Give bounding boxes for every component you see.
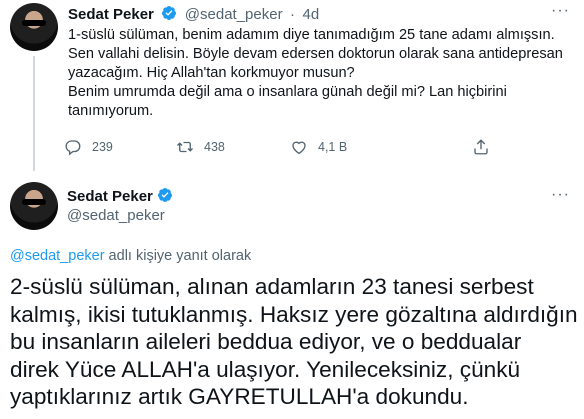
- author-handle[interactable]: @sedat_peker: [185, 6, 283, 23]
- like-count: 4,1 B: [318, 140, 348, 154]
- replying-to: @sedat_peker adlı kişiye yanıt olarak: [10, 248, 251, 264]
- avatar[interactable]: [10, 182, 58, 230]
- author-handle[interactable]: @sedat_peker: [67, 207, 165, 224]
- separator-dot: ·: [290, 6, 296, 23]
- tweet-focused[interactable]: Sedat Peker @sedat_peker ··· @sedat_peke…: [0, 172, 584, 419]
- retweet-count: 438: [204, 140, 225, 154]
- like-icon: [292, 141, 306, 155]
- tweet-text: 2-süslü sülüman, alınan adamların 23 tan…: [10, 273, 580, 411]
- more-icon[interactable]: ···: [551, 2, 570, 20]
- verified-badge-icon: [158, 188, 173, 202]
- tweet-text-line: kalmış, ikisi tutuklanmış. Haksız yere g…: [10, 301, 578, 327]
- replying-label: adlı kişiye yanıt olarak: [104, 248, 252, 264]
- author-name[interactable]: Sedat Peker: [67, 188, 153, 205]
- author-name-row: Sedat Peker: [67, 187, 173, 206]
- retweet-icon: [177, 141, 193, 153]
- retweet-button[interactable]: 438: [176, 138, 225, 156]
- tweet-text-line: 1-süslü sülüman, benim adamım diye tanım…: [68, 27, 555, 43]
- reply-icon: [65, 140, 81, 156]
- tweet-text-line: 2-süslü sülüman, alınan adamların 23 tan…: [10, 274, 534, 299]
- reply-count: 239: [92, 140, 113, 154]
- tweet-text-line: direk Yüce ALLAH'a ulaşıyor. Yenileceksi…: [10, 356, 521, 382]
- like-button[interactable]: 4,1 B: [290, 138, 347, 156]
- more-icon[interactable]: ···: [551, 186, 570, 204]
- tweet-text-line: Benim umrumda değil ama o insanlara güna…: [68, 84, 507, 100]
- tweet-first[interactable]: Sedat Peker @sedat_peker · 4d ··· 1-süsl…: [0, 0, 584, 172]
- share-icon: [474, 139, 488, 155]
- avatar[interactable]: [10, 3, 58, 51]
- thread-connector-line: [33, 56, 35, 171]
- reply-button[interactable]: 239: [64, 138, 113, 156]
- share-button[interactable]: [472, 138, 500, 156]
- reply-mention-link[interactable]: @sedat_peker: [10, 248, 105, 264]
- tweet-actions: 239 438 4,1 B: [64, 138, 494, 162]
- verified-badge-icon: [162, 6, 177, 20]
- tweet-text-line: yazacağım. Hiç Allah'tan korkmuyor musun…: [68, 65, 355, 81]
- tweet-text-line: yaptıklarınız artık GAYRETULLAH'a dokund…: [10, 384, 469, 410]
- tweet-text-line: Sen vallahi delisin. Böyle devam edersen…: [68, 46, 563, 62]
- tweet-text: 1-süslü sülüman, benim adamım diye tanım…: [68, 26, 573, 121]
- tweet-header: Sedat Peker @sedat_peker · 4d: [68, 5, 322, 24]
- tweet-time[interactable]: 4d: [303, 6, 320, 23]
- author-name[interactable]: Sedat Peker: [68, 6, 154, 23]
- tweet-text-line: tanımıyorum.: [68, 103, 154, 119]
- tweet-text-line: bu insanların aileleri beddua ediyor, ve…: [10, 329, 522, 355]
